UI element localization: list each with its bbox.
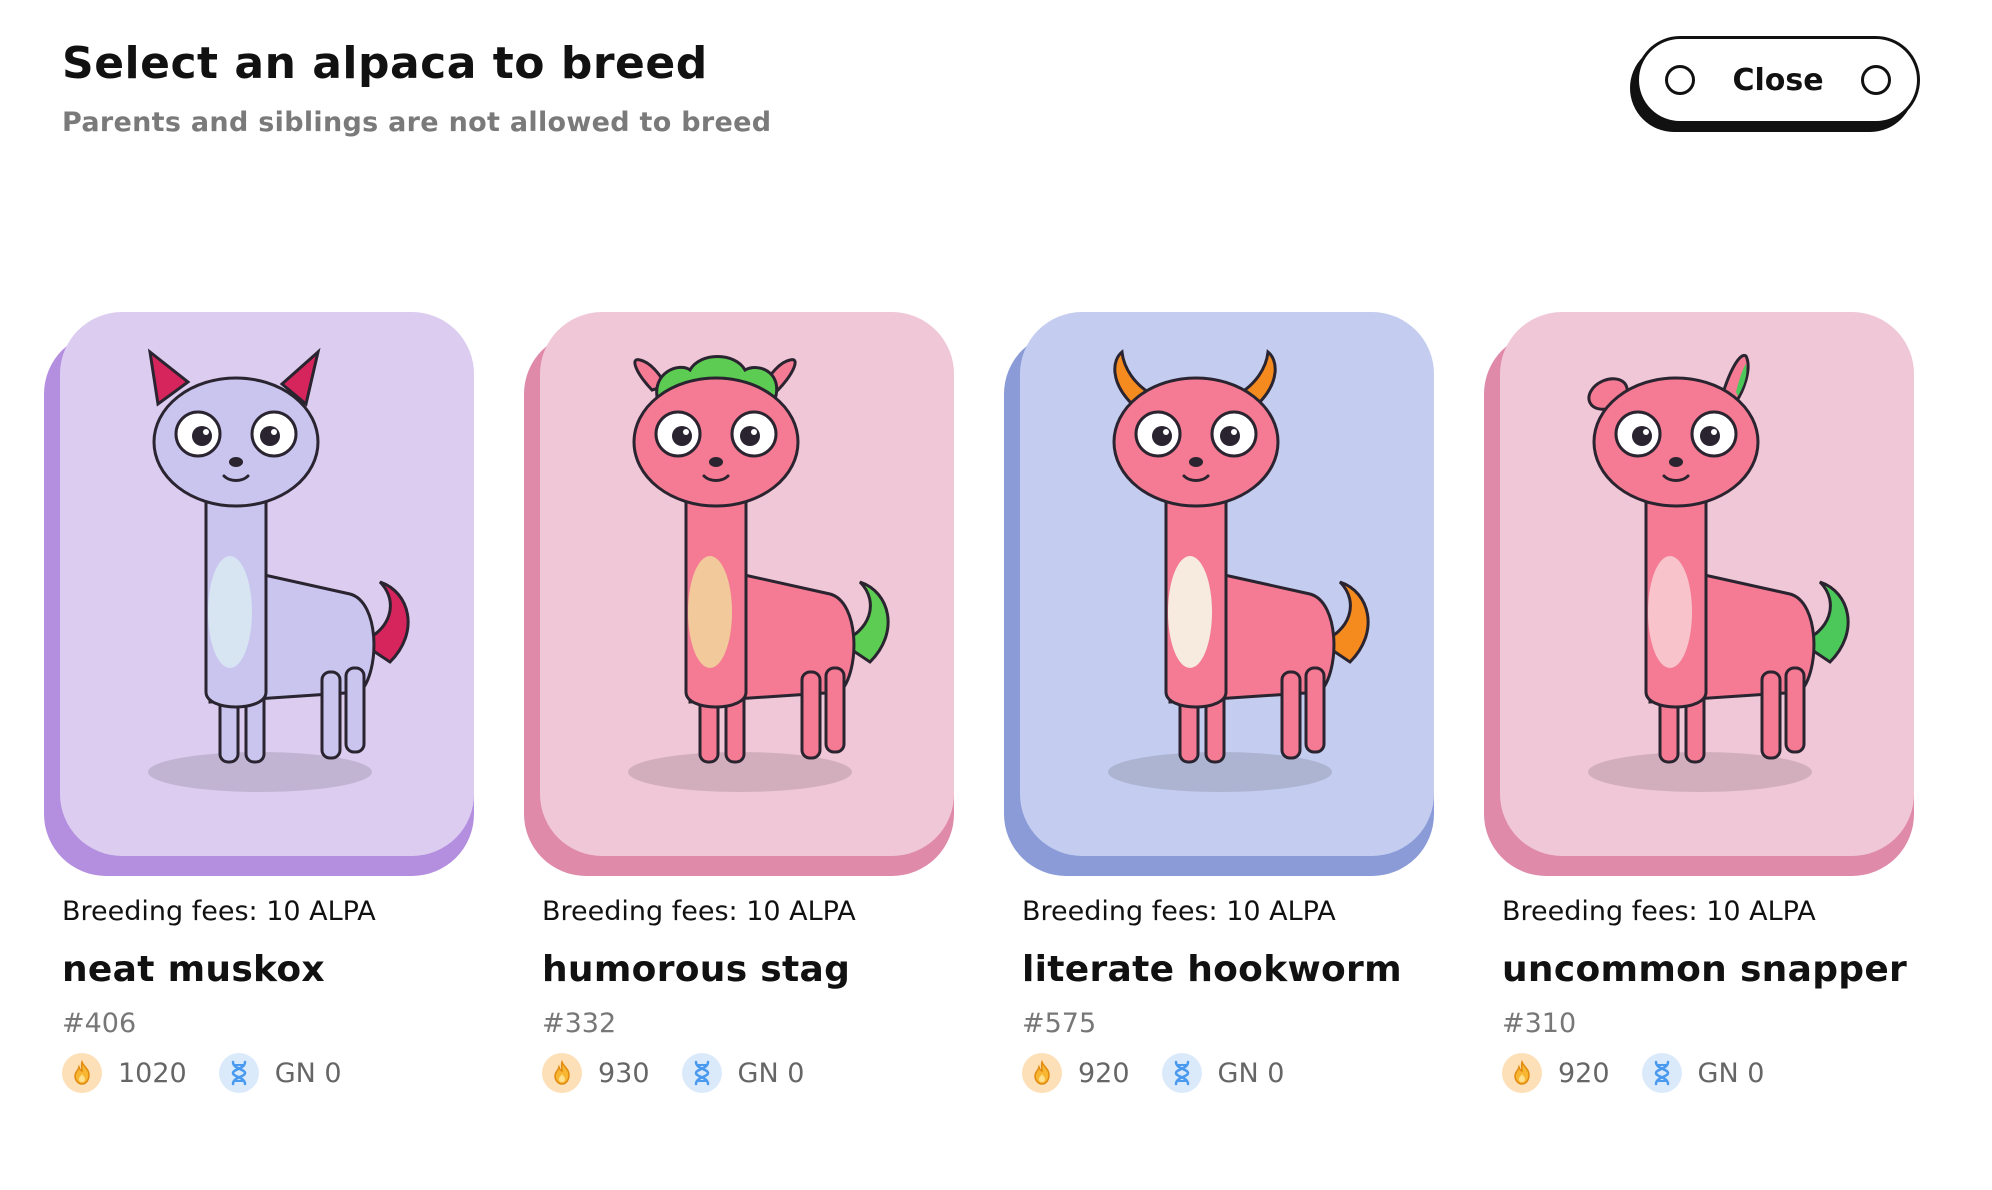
dna-icon (1161, 1053, 1202, 1093)
alpaca-id: #575 (1022, 1008, 1097, 1039)
generation-stat: GN 0 (1161, 1053, 1285, 1093)
generation-stat: GN 0 (1641, 1053, 1765, 1093)
energy-stat: 930 (542, 1053, 650, 1093)
energy-value: 1020 (118, 1057, 187, 1089)
dna-icon (681, 1053, 722, 1093)
energy-value: 930 (598, 1057, 650, 1089)
generation-value: GN 0 (737, 1057, 805, 1089)
alpaca-name: uncommon snapper (1502, 949, 1908, 990)
alpaca-id: #406 (62, 1008, 137, 1039)
fire-icon (62, 1053, 102, 1093)
circle-icon (1861, 65, 1891, 95)
close-button[interactable]: Close (1636, 36, 1920, 124)
alpaca-stats: 920 GN 0 (1502, 1053, 1914, 1093)
generation-stat: GN 0 (681, 1053, 805, 1093)
alpaca-name: literate hookworm (1022, 949, 1402, 990)
alpaca-image[interactable] (540, 312, 954, 856)
alpaca-card-3[interactable]: Breeding fees: 10 ALPA literate hookworm… (1004, 312, 1434, 1093)
header: Select an alpaca to breed Parents and si… (62, 38, 771, 138)
alpaca-card-info: Breeding fees: 10 ALPA literate hookworm… (1022, 896, 1434, 1093)
energy-stat: 1020 (62, 1053, 187, 1093)
alpaca-card-list: Breeding fees: 10 ALPA neat muskox #406 … (44, 312, 1924, 1112)
alpaca-name: neat muskox (62, 949, 325, 990)
alpaca-image[interactable] (1500, 312, 1914, 856)
circle-icon (1665, 65, 1695, 95)
energy-stat: 920 (1502, 1053, 1610, 1093)
close-button-label: Close (1732, 62, 1824, 98)
close-button-wrapper: Close (1630, 36, 1920, 132)
page-title: Select an alpaca to breed (62, 38, 708, 89)
breeding-fees: Breeding fees: 10 ALPA (1022, 896, 1336, 927)
energy-stat: 920 (1022, 1053, 1130, 1093)
alpaca-id: #332 (542, 1008, 617, 1039)
alpaca-image[interactable] (1020, 312, 1434, 856)
alpaca-stats: 930 GN 0 (542, 1053, 954, 1093)
alpaca-card-1[interactable]: Breeding fees: 10 ALPA neat muskox #406 … (44, 312, 474, 1093)
fire-icon (1022, 1053, 1062, 1093)
alpaca-stats: 920 GN 0 (1022, 1053, 1434, 1093)
alpaca-card-4[interactable]: Breeding fees: 10 ALPA uncommon snapper … (1484, 312, 1914, 1093)
fire-icon (1502, 1053, 1542, 1093)
alpaca-stats: 1020 GN 0 (62, 1053, 474, 1093)
breeding-fees: Breeding fees: 10 ALPA (1502, 896, 1816, 927)
alpaca-card-info: Breeding fees: 10 ALPA neat muskox #406 … (62, 896, 474, 1093)
breeding-fees: Breeding fees: 10 ALPA (542, 896, 856, 927)
alpaca-card-2[interactable]: Breeding fees: 10 ALPA humorous stag #33… (524, 312, 954, 1093)
energy-value: 920 (1558, 1057, 1610, 1089)
generation-stat: GN 0 (218, 1053, 342, 1093)
alpaca-image[interactable] (60, 312, 474, 856)
alpaca-id: #310 (1502, 1008, 1577, 1039)
alpaca-name: humorous stag (542, 949, 851, 990)
page-subtitle: Parents and siblings are not allowed to … (62, 107, 772, 138)
generation-value: GN 0 (274, 1057, 342, 1089)
generation-value: GN 0 (1697, 1057, 1765, 1089)
alpaca-card-info: Breeding fees: 10 ALPA uncommon snapper … (1502, 896, 1914, 1093)
dna-icon (1641, 1053, 1682, 1093)
fire-icon (542, 1053, 582, 1093)
generation-value: GN 0 (1217, 1057, 1285, 1089)
energy-value: 920 (1078, 1057, 1130, 1089)
alpaca-card-info: Breeding fees: 10 ALPA humorous stag #33… (542, 896, 954, 1093)
dna-icon (218, 1053, 259, 1093)
breeding-fees: Breeding fees: 10 ALPA (62, 896, 376, 927)
